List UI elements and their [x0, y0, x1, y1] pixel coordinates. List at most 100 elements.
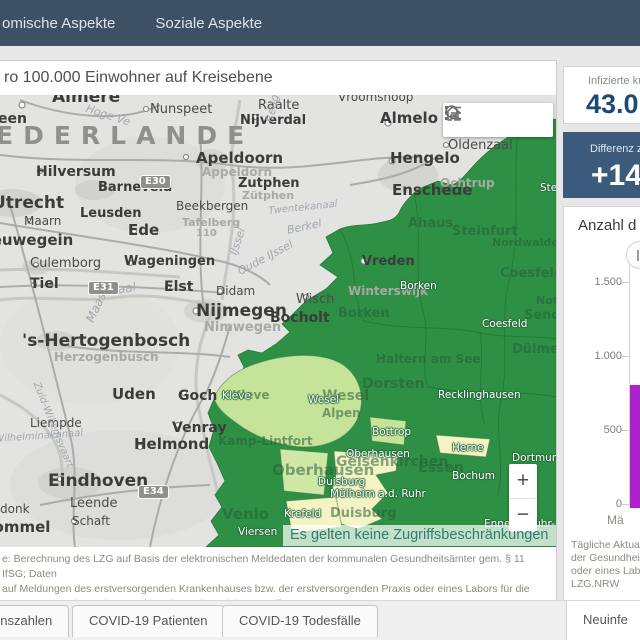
map-panel: ro 100.000 Einwohner auf Kreisebene	[0, 60, 557, 600]
map-label: Ede	[128, 223, 159, 238]
difference-value: +14	[591, 159, 640, 193]
map-label: Hilversum	[36, 165, 116, 179]
y-tick-500: 500	[572, 424, 622, 436]
map-label: Maarn	[24, 215, 61, 227]
map-toolbar	[443, 103, 553, 137]
map-label: Oberhausen	[346, 449, 410, 460]
map-label: Wesel	[308, 395, 339, 406]
map-label: Hengelo	[390, 151, 460, 166]
map-label: donk	[0, 503, 30, 515]
map-label: Senden	[524, 309, 556, 322]
y-tick-0: 0	[572, 498, 622, 510]
tick-mark	[622, 430, 630, 431]
map-label: Oude IJssel	[236, 239, 295, 277]
map-footnote: e: Berechnung des LZG auf Basis der elek…	[0, 547, 556, 600]
chart-panel: Anzahl d 1.500 1.000 500 0 Mä Tägliche A…	[563, 206, 640, 602]
map-label: Venlo	[222, 507, 269, 522]
map-label: Goch	[178, 389, 217, 403]
map-label: Berkel	[286, 218, 323, 236]
map-title: ro 100.000 Einwohner auf Kreisebene	[4, 69, 273, 87]
map-label: Apeldoorn	[196, 151, 283, 166]
map-label: Maas	[84, 291, 108, 324]
map-label: E34	[138, 485, 169, 499]
map-label: Culemborg	[30, 257, 101, 270]
map-label: E31	[88, 281, 119, 295]
map-label: Leusden	[80, 207, 141, 220]
footnote-line-1: e: Berechnung des LZG auf Basis der elek…	[2, 552, 550, 582]
zoom-in-button[interactable]: +	[509, 464, 537, 499]
map-label: Ochtrup	[440, 177, 495, 189]
tick-mark	[622, 356, 630, 357]
map-label: 's-Hertogenbosch	[22, 333, 190, 350]
map-label: Kleve	[222, 391, 251, 402]
map-label: Dortmund	[512, 453, 556, 464]
bar-neuinfektionen-maerz[interactable]	[630, 385, 640, 508]
map-label: Lommel	[0, 520, 50, 535]
map-label: Tafelberg	[182, 217, 240, 228]
map-label: Vreden	[362, 255, 415, 268]
chart-note: Tägliche Aktual der Gesundheit oder eine…	[571, 539, 640, 591]
map-label: Almelo	[380, 111, 438, 126]
map-label: Dülmen	[512, 343, 556, 356]
map-label: Utrecht	[0, 195, 64, 212]
map-label: Wisch	[296, 293, 334, 306]
map-label: Kamp-Lintfort	[218, 435, 313, 447]
map-label: Krefeld	[284, 509, 321, 520]
map-label: Herzogenbusch	[54, 351, 159, 363]
tab-covid19-todesfaelle[interactable]: COVID-19 Todesfälle	[222, 605, 378, 637]
choropleth-map[interactable]: AlmereeenEDERLANDENunspeetRaalteNijverda…	[0, 95, 556, 547]
tab-covid19-patienten[interactable]: COVID-19 Patienten	[72, 605, 225, 637]
map-zoom-control: + −	[509, 464, 537, 532]
map-label: Uden	[112, 387, 156, 402]
map-label: Nottuln	[536, 295, 556, 306]
y-tick-1500: 1.500	[572, 276, 622, 288]
map-label: Coesfeld	[500, 267, 556, 280]
nav-item-soziale-aspekte[interactable]: Soziale Aspekte	[155, 15, 262, 32]
map-label: 110	[196, 229, 217, 239]
map-label: Beekbergen	[176, 200, 248, 212]
home-icon[interactable]	[485, 107, 511, 133]
tab-infektionszahlen[interactable]: onszahlen	[0, 605, 69, 637]
map-label: Tiel	[30, 277, 59, 291]
map-label: Dorsten	[362, 377, 425, 391]
map-label: Helmond	[134, 437, 209, 452]
map-label: Borken	[400, 281, 437, 292]
map-label: Twentekanaal	[268, 200, 338, 217]
nav-item-oekonomische-aspekte[interactable]: omische Aspekte	[2, 15, 115, 32]
map-label: Bocholt	[270, 311, 330, 325]
map-label: Wageningen	[124, 255, 215, 268]
tick-mark	[622, 282, 630, 283]
infected-value: 43.0	[586, 89, 639, 120]
map-label: Eindhoven	[48, 473, 148, 490]
map-label: Mülheim a.d. Ruhr	[330, 489, 426, 500]
legend-icon[interactable]	[522, 107, 548, 133]
map-label: Herne	[452, 443, 484, 454]
tab-neuinfektionen-active[interactable]: Neuinfe	[566, 601, 640, 640]
x-tick-maerz: Mä	[607, 513, 624, 527]
map-label: Alpen	[322, 407, 361, 419]
map-label: Didam	[216, 285, 255, 297]
map-label: Venray	[172, 421, 227, 435]
map-label: Almere	[52, 95, 120, 106]
map-label: Haltern am See	[376, 353, 480, 365]
map-label: Steinfurt	[540, 183, 556, 194]
map-label: Schaft	[72, 515, 110, 527]
map-label: Bottrop	[372, 427, 411, 438]
map-label: Borken	[338, 307, 390, 320]
map-label: E30	[140, 175, 171, 189]
map-label: Duisburg	[318, 477, 365, 488]
top-navbar: omische Aspekte Soziale Aspekte	[0, 0, 640, 46]
stat-card-difference: Differenz zur +14	[563, 132, 640, 198]
access-notice: Es gelten keine Zugriffsbeschränkungen	[283, 525, 556, 546]
infected-label: Infizierte ku	[588, 75, 640, 87]
map-label: Coesfeld	[482, 319, 527, 330]
map-label: Oldenzaal	[448, 139, 513, 152]
map-labels-layer: AlmereeenEDERLANDENunspeetRaalteNijverda…	[0, 95, 556, 547]
map-label: Nieuwegein	[0, 233, 73, 248]
tick-mark	[622, 504, 630, 505]
map-label: IJssel	[228, 227, 247, 257]
map-label: Vroomshoop	[338, 95, 413, 103]
map-label: Ahaus	[408, 217, 453, 230]
map-label: Wilhelminakanaal	[0, 429, 83, 445]
map-label: Recklinghausen	[438, 390, 521, 401]
